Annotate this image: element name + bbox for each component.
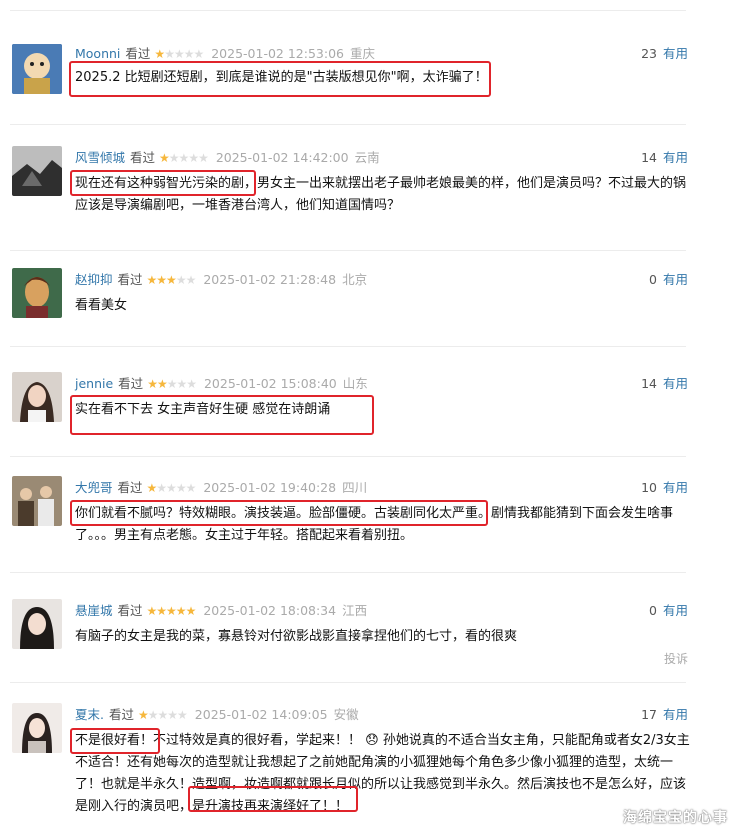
comment-meta: jennie 看过 ★★★★★ 2025-01-02 15:08:40 山东 <box>75 376 368 392</box>
avatar[interactable] <box>12 599 62 649</box>
useful-button[interactable]: 有用 <box>663 603 688 618</box>
watermark: 海绵宝宝的心事 <box>623 810 728 826</box>
useful-button[interactable]: 有用 <box>663 480 688 495</box>
avatar[interactable] <box>12 268 62 318</box>
highlight-box <box>70 395 374 435</box>
comment-meta: 悬崖城 看过 ★★★★★ 2025-01-02 18:08:34 江西 <box>75 603 367 619</box>
divider <box>10 572 686 573</box>
comment-username[interactable]: Moonni <box>75 46 120 61</box>
comment-time: 2025-01-02 19:40:28 <box>203 480 337 495</box>
watch-status: 看过 <box>108 707 134 722</box>
comment-text: 有脑子的女主是我的菜，寡悬铃对付欲影战影直接拿捏他们的七寸，看的很爽 <box>75 629 518 644</box>
comment-time: 2025-01-02 12:53:06 <box>211 46 344 61</box>
comment-location: 四川 <box>342 480 368 495</box>
rating-stars: ★★★★★ <box>146 481 197 495</box>
comment-meta: 风雪倾城 看过 ★★★★★ 2025-01-02 14:42:00 云南 <box>75 150 380 166</box>
watch-status: 看过 <box>118 376 144 391</box>
useful-button[interactable]: 有用 <box>663 150 688 165</box>
vote-count[interactable]: 14 有用 <box>641 376 688 392</box>
vote-count[interactable]: 14 有用 <box>641 150 688 166</box>
comment-text-mid: 不过特效是真的很好看，学起来！！ 😞 孙她说真的不适合当女主角，只能配角或者女2… <box>75 733 690 814</box>
comment-username[interactable]: 夏末. <box>75 707 104 722</box>
comment-username[interactable]: 悬崖城 <box>75 603 113 618</box>
rating-stars: ★★★★★ <box>146 604 197 618</box>
watch-status: 看过 <box>130 150 156 165</box>
watch-status: 看过 <box>117 272 143 287</box>
useful-button[interactable]: 有用 <box>663 376 688 391</box>
comment-meta: 赵抑抑 看过 ★★★★★ 2025-01-02 21:28:48 北京 <box>75 272 367 288</box>
divider <box>10 346 686 347</box>
highlight-box <box>70 170 256 196</box>
person-avatar-icon <box>12 372 62 422</box>
highlight-box <box>70 500 488 526</box>
rating-stars: ★★★★★ <box>147 377 197 391</box>
comment-time: 2025-01-02 15:08:40 <box>203 376 337 391</box>
divider <box>10 456 686 457</box>
highlight-box <box>188 786 358 812</box>
rating-stars: ★★★★★ <box>138 708 188 722</box>
divider <box>10 124 686 125</box>
vote-count[interactable]: 23 有用 <box>641 46 688 62</box>
divider <box>10 10 686 11</box>
woman-avatar-icon <box>12 599 62 649</box>
watch-status: 看过 <box>117 603 143 618</box>
comment-username[interactable]: 风雪倾城 <box>75 150 125 165</box>
rating-stars: ★★★★★ <box>154 47 204 61</box>
useful-button[interactable]: 有用 <box>663 46 688 61</box>
watch-status: 看过 <box>125 46 151 61</box>
useful-button[interactable]: 有用 <box>663 707 688 722</box>
cartoon-avatar-icon <box>12 44 62 94</box>
comment-time: 2025-01-02 21:28:48 <box>203 272 337 287</box>
vote-count[interactable]: 10 有用 <box>641 480 688 496</box>
divider <box>10 250 686 251</box>
vote-count[interactable]: 0 有用 <box>649 603 688 619</box>
group-avatar-icon <box>12 476 62 526</box>
rating-stars: ★★★★★ <box>159 151 209 165</box>
comment-meta: Moonni 看过 ★★★★★ 2025-01-02 12:53:06 重庆 <box>75 46 375 62</box>
divider <box>10 682 686 683</box>
comment-username[interactable]: jennie <box>75 376 113 391</box>
avatar[interactable] <box>12 703 62 753</box>
useful-button[interactable]: 有用 <box>663 272 688 287</box>
rating-stars: ★★★★★ <box>146 273 197 287</box>
avatar[interactable] <box>12 476 62 526</box>
comment-username[interactable]: 大兜哥 <box>75 480 113 495</box>
comment-location: 江西 <box>342 603 368 618</box>
avatar[interactable] <box>12 44 62 94</box>
painting-avatar-icon <box>12 268 62 318</box>
comment-meta: 大兜哥 看过 ★★★★★ 2025-01-02 19:40:28 四川 <box>75 480 367 496</box>
comment-time: 2025-01-02 14:09:05 <box>194 707 328 722</box>
comment-location: 重庆 <box>349 46 375 61</box>
vote-count[interactable]: 0 有用 <box>649 272 688 288</box>
comment-location: 北京 <box>342 272 368 287</box>
girl-avatar-icon <box>12 703 62 753</box>
highlight-box <box>69 61 491 97</box>
report-link[interactable]: 投诉 <box>664 650 688 667</box>
vote-count[interactable]: 17 有用 <box>641 707 688 723</box>
scenery-avatar-icon <box>12 146 62 196</box>
comment-time: 2025-01-02 14:42:00 <box>215 150 349 165</box>
comment-time: 2025-01-02 18:08:34 <box>203 603 337 618</box>
comment-username[interactable]: 赵抑抑 <box>75 272 113 287</box>
comment-location: 山东 <box>342 376 368 391</box>
comment-location: 云南 <box>354 150 380 165</box>
highlight-box <box>70 728 160 754</box>
comment-meta: 夏末. 看过 ★★★★★ 2025-01-02 14:09:05 安徽 <box>75 707 359 723</box>
avatar[interactable] <box>12 372 62 422</box>
comment-text: 看看美女 <box>75 298 128 313</box>
comment-location: 安徽 <box>333 707 359 722</box>
comment-text: 不是很好看！不过特效是真的很好看，学起来！！ 😞 孙她说真的不适合当女主角，只能… <box>75 730 690 818</box>
avatar[interactable] <box>12 146 62 196</box>
watch-status: 看过 <box>117 480 143 495</box>
